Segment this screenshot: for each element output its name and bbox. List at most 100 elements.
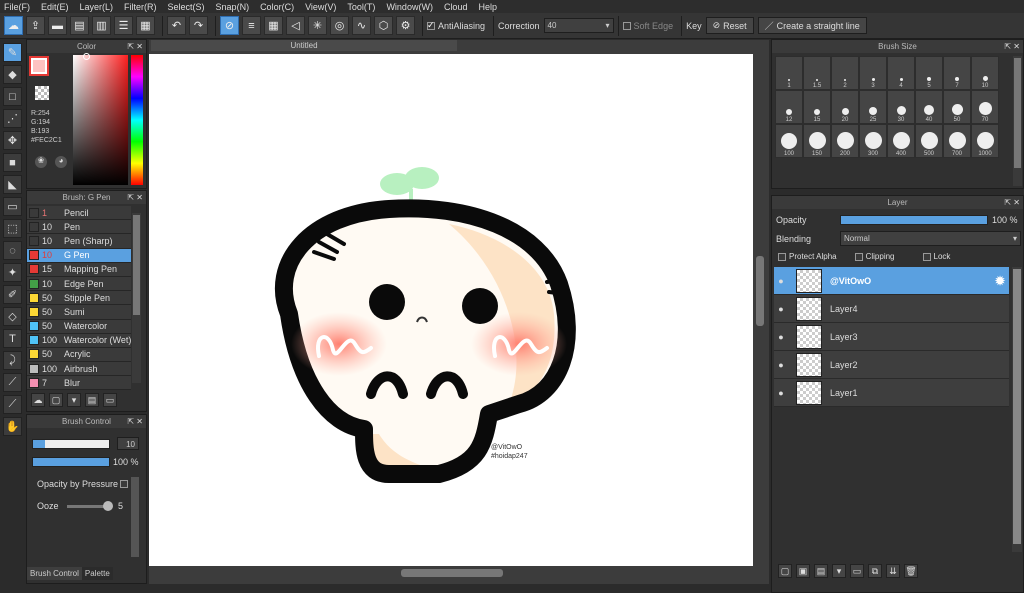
brush-folder-icon[interactable]: ▭ <box>103 393 117 407</box>
canvas-horizontal-scrollbar[interactable] <box>149 568 755 578</box>
grid-icon[interactable]: ▦ <box>136 16 155 35</box>
lock-checkbox[interactable] <box>922 252 931 261</box>
menu-help[interactable]: Help <box>478 2 497 12</box>
brush-size-input[interactable]: 10 <box>117 437 139 450</box>
tab-brush-control[interactable]: Brush Control <box>27 567 82 580</box>
scrollbar-thumb[interactable] <box>1014 58 1021 168</box>
brush-settings-icon[interactable]: ▤ <box>85 393 99 407</box>
brush-size-option[interactable]: 500 <box>915 124 943 158</box>
brush-size-option[interactable]: 1 <box>775 56 803 90</box>
new-1bit-layer-icon[interactable]: ▤ <box>814 564 828 578</box>
brush-size-scrollbar[interactable] <box>1013 56 1022 186</box>
brush-size-option[interactable]: 15 <box>803 90 831 124</box>
layer-row[interactable]: ● Layer1 <box>774 379 1009 407</box>
brush-item[interactable]: 50 Acrylic <box>27 347 131 363</box>
redo-icon[interactable]: ↷ <box>189 16 208 35</box>
brush-size-option[interactable]: 40 <box>915 90 943 124</box>
menu-filter[interactable]: Filter(R) <box>124 2 157 12</box>
new-halftone-layer-icon[interactable]: ▣ <box>796 564 810 578</box>
brush-item[interactable]: 15 Mapping Pen <box>27 262 131 277</box>
reset-button[interactable]: ⊘ Reset <box>705 17 754 34</box>
layer-row-selected[interactable]: ● @VitOwO ✹ <box>774 267 1009 295</box>
brush-size-option[interactable]: 1000 <box>971 124 999 158</box>
panel-controls-icon[interactable]: ⇱ ✕ <box>1004 196 1020 209</box>
brush-item[interactable]: 10 Edge Pen <box>27 276 131 292</box>
menu-file[interactable]: File(F) <box>4 2 30 12</box>
layer-row[interactable]: ● Layer3 <box>774 323 1009 351</box>
scrollbar-thumb[interactable] <box>1013 269 1021 544</box>
panel-controls-icon[interactable]: ⇱ ✕ <box>1004 40 1020 53</box>
export-icon[interactable]: ⇪ <box>26 16 45 35</box>
brush-item[interactable]: 100 Watercolor (Wet) <box>27 333 131 348</box>
new-layer-icon[interactable]: ▢ <box>778 564 792 578</box>
add-layer-dropdown-icon[interactable]: ▾ <box>832 564 846 578</box>
menu-cloud[interactable]: Cloud <box>444 2 468 12</box>
dot-tool-icon[interactable]: ⋰ <box>3 109 22 128</box>
eye-icon[interactable]: ● <box>774 332 788 342</box>
scrollbar-thumb[interactable] <box>133 215 140 315</box>
brush-size-option[interactable]: 25 <box>859 90 887 124</box>
list-icon[interactable]: ☰ <box>114 16 133 35</box>
layer-opacity-slider[interactable] <box>840 215 988 225</box>
brush-size-option[interactable]: 300 <box>859 124 887 158</box>
color-picker-cursor[interactable] <box>83 53 90 60</box>
brush-size-slider[interactable] <box>32 439 110 449</box>
brush-size-option[interactable]: 200 <box>831 124 859 158</box>
brush-size-option[interactable]: 7 <box>943 56 971 90</box>
duplicate-layer-icon[interactable]: ⧉ <box>868 564 882 578</box>
layer-row[interactable]: ● Layer4 <box>774 295 1009 323</box>
menu-view[interactable]: View(V) <box>305 2 336 12</box>
lasso-tool-icon[interactable]: ◌ <box>3 241 22 260</box>
new-brush-icon[interactable]: ▢ <box>49 393 63 407</box>
move-tool-icon[interactable]: ✥ <box>3 131 22 150</box>
brush-item[interactable]: 50 Stipple Pen <box>27 291 131 306</box>
menu-select[interactable]: Select(S) <box>168 2 205 12</box>
brush-item[interactable]: 100 Airbrush <box>27 362 131 377</box>
brush-size-option[interactable]: 100 <box>775 124 803 158</box>
cloud-brush-icon[interactable]: ☁ <box>31 393 45 407</box>
trash-icon[interactable]: 🗑 <box>904 564 918 578</box>
menu-window[interactable]: Window(W) <box>386 2 433 12</box>
brush-size-option[interactable]: 4 <box>887 56 915 90</box>
brush-tool-icon[interactable]: ✎ <box>3 43 22 62</box>
canvas-vertical-scrollbar[interactable] <box>755 56 765 566</box>
brush-size-option[interactable]: 70 <box>971 90 999 124</box>
divide-tool-icon[interactable]: ⟋ <box>3 373 22 392</box>
ooze-slider-handle[interactable] <box>103 501 113 511</box>
eye-icon[interactable]: ● <box>774 276 788 286</box>
folder-icon[interactable]: ▭ <box>850 564 864 578</box>
brush-item[interactable]: 50 Sumi <box>27 305 131 320</box>
foreground-color-swatch[interactable] <box>29 56 49 76</box>
brush-size-option[interactable]: 50 <box>943 90 971 124</box>
brush-size-option[interactable]: 12 <box>775 90 803 124</box>
menu-edit[interactable]: Edit(E) <box>41 2 69 12</box>
bucket-tool-icon[interactable]: ◣ <box>3 175 22 194</box>
fill-rect-tool-icon[interactable]: ■ <box>3 153 22 172</box>
brush-size-option[interactable]: 2 <box>831 56 859 90</box>
straight-line-button[interactable]: ／ Create a straight line <box>757 17 867 34</box>
drawing-canvas[interactable]: @VitOwO #hoidap247 <box>149 54 753 566</box>
brush-item[interactable]: 50 Watercolor <box>27 319 131 334</box>
brush-size-option[interactable]: 30 <box>887 90 915 124</box>
menu-tool[interactable]: Tool(T) <box>347 2 375 12</box>
snap-circle-icon[interactable]: ◎ <box>330 16 349 35</box>
snap-curve-icon[interactable]: ∿ <box>352 16 371 35</box>
eyedropper-tool-icon[interactable]: ⟋ <box>3 395 22 414</box>
cloud-icon[interactable]: ☁ <box>4 16 23 35</box>
eye-icon[interactable]: ● <box>774 388 788 398</box>
document-icon[interactable]: ▥ <box>92 16 111 35</box>
color-wheel-icon[interactable]: ◕ <box>55 156 67 168</box>
brush-size-option[interactable]: 1.5 <box>803 56 831 90</box>
brush-opacity-slider[interactable] <box>32 457 110 467</box>
brush-size-option[interactable]: 5 <box>915 56 943 90</box>
brush-control-scrollbar[interactable] <box>131 477 139 557</box>
hand-tool-icon[interactable]: ✋ <box>3 417 22 436</box>
select-rect-tool-icon[interactable]: ⬚ <box>3 219 22 238</box>
document-tab[interactable]: Untitled <box>151 40 457 51</box>
antialiasing-checkbox[interactable] <box>427 20 435 31</box>
snap-radial-icon[interactable]: ✳ <box>308 16 327 35</box>
brush-size-option[interactable]: 20 <box>831 90 859 124</box>
rectangle-tool-icon[interactable]: □ <box>3 87 22 106</box>
brush-size-option[interactable]: 400 <box>887 124 915 158</box>
panel-controls-icon[interactable]: ⇱ ✕ <box>127 415 143 428</box>
